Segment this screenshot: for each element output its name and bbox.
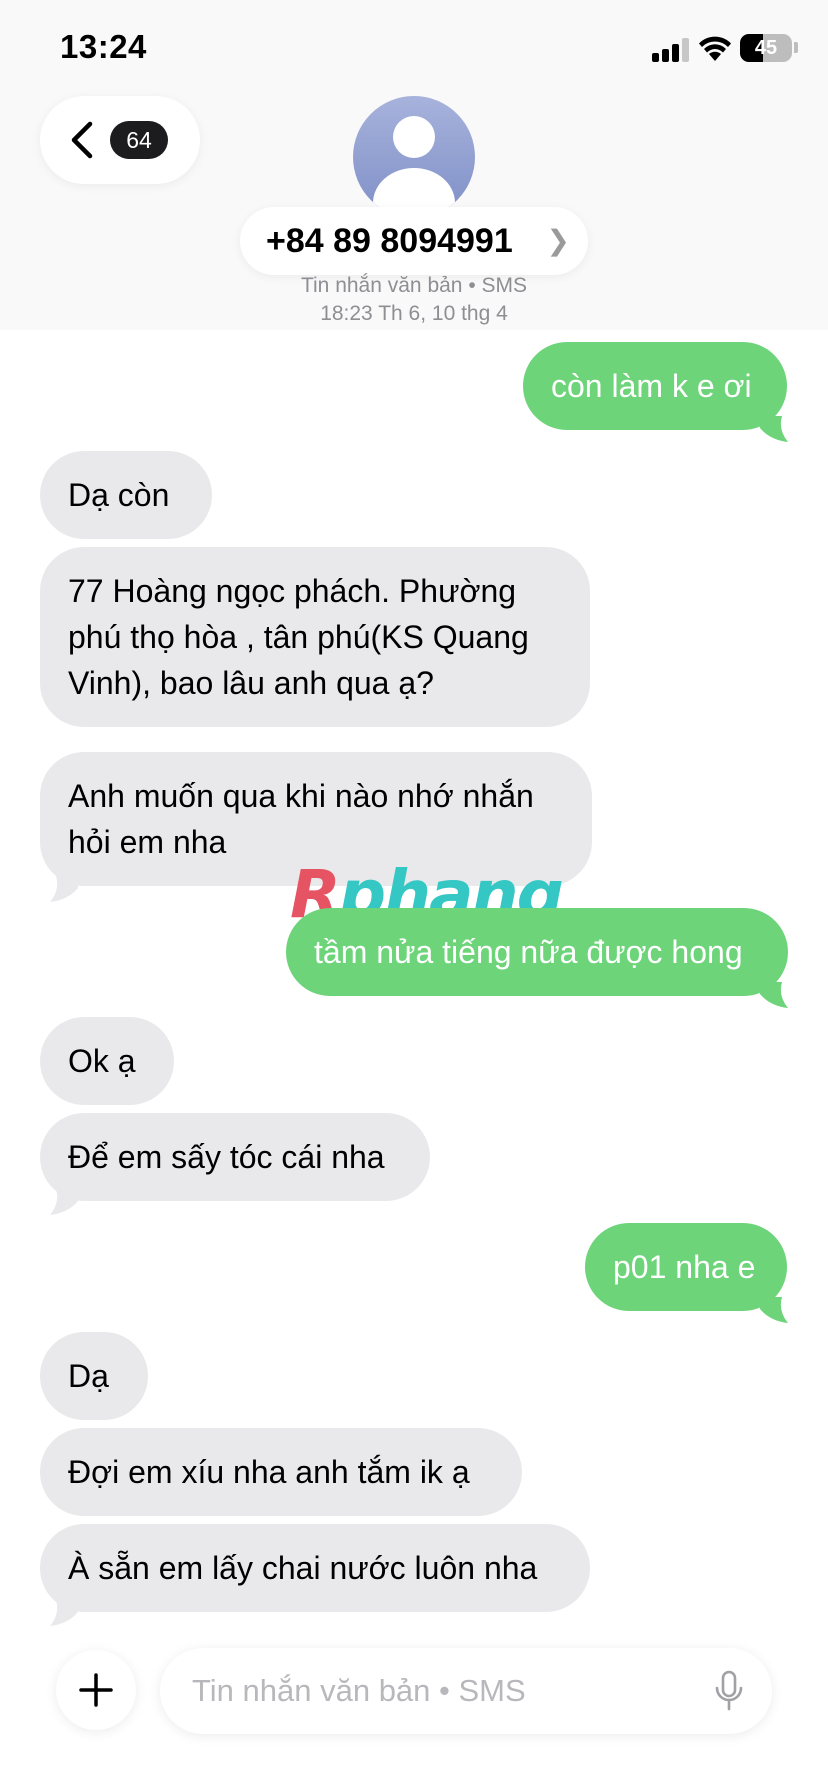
battery-level: 45 (754, 37, 778, 59)
message-bubble-incoming[interactable]: À sẵn em lấy chai nước luôn nha (40, 1524, 590, 1612)
message-bubble-incoming[interactable]: Để em sấy tóc cái nha (40, 1113, 430, 1201)
message-text: Anh muốn qua khi nào nhớ nhắn hỏi em nha (68, 778, 534, 860)
message-text: À sẵn em lấy chai nước luôn nha (68, 1550, 538, 1586)
back-button[interactable]: 64 (40, 96, 200, 184)
message-text: 77 Hoàng ngọc phách. Phường phú thọ hòa … (68, 573, 529, 701)
bubble-tail (760, 982, 788, 1008)
message-text: Ok ạ (68, 1043, 136, 1079)
wifi-icon (699, 36, 731, 61)
bubble-tail (50, 1189, 78, 1215)
message-text: p01 nha e (613, 1249, 756, 1285)
chevron-right-icon: ❯ (546, 225, 570, 256)
message-bubble-incoming[interactable]: Dạ còn (40, 451, 212, 539)
message-bubble-incoming[interactable]: 77 Hoàng ngọc phách. Phường phú thọ hòa … (40, 547, 590, 727)
bubble-tail (760, 1297, 788, 1323)
message-text: Đợi em xíu nha anh tắm ik ạ (68, 1454, 470, 1490)
contact-name-button[interactable]: +84 89 8094991 ❯ (240, 207, 588, 275)
status-bar: 13:24 45 (0, 0, 828, 100)
conversation-timestamp: 18:23 Th 6, 10 thg 4 (320, 302, 508, 325)
message-bubble-incoming[interactable]: Ok ạ (40, 1017, 174, 1105)
message-bubble-outgoing[interactable]: p01 nha e (585, 1223, 787, 1311)
message-bubble-incoming[interactable]: Dạ (40, 1332, 148, 1420)
conversation-service: Tin nhắn văn bản • SMS (300, 274, 528, 297)
chevron-left-icon (71, 121, 93, 159)
unread-count-badge: 64 (110, 121, 168, 159)
battery-cap (794, 42, 798, 53)
message-bubble-outgoing[interactable]: tầm nửa tiếng nữa được hong (286, 908, 788, 996)
message-text: tầm nửa tiếng nữa được hong (314, 934, 743, 970)
microphone-icon[interactable] (714, 1670, 744, 1712)
message-bubble-incoming[interactable]: Đợi em xíu nha anh tắm ik ạ (40, 1428, 522, 1516)
add-attachment-button[interactable] (56, 1650, 136, 1730)
message-text: còn làm k e ơi (551, 368, 752, 404)
message-text: Dạ còn (68, 477, 170, 513)
message-bubble-outgoing[interactable]: còn làm k e ơi (523, 342, 787, 430)
bubble-tail (760, 416, 788, 442)
signal-icon (652, 38, 690, 62)
message-text: Để em sấy tóc cái nha (68, 1139, 385, 1175)
avatar-icon[interactable] (353, 96, 475, 218)
bubble-tail (50, 876, 78, 902)
battery-icon: 45 (740, 34, 792, 62)
message-input[interactable]: Tin nhắn văn bản • SMS (160, 1648, 772, 1734)
status-time: 13:24 (60, 28, 147, 65)
plus-icon (79, 1673, 113, 1707)
bubble-tail (50, 1600, 78, 1626)
message-input-placeholder: Tin nhắn văn bản • SMS (192, 1673, 526, 1708)
message-text: Dạ (68, 1358, 109, 1394)
contact-number: +84 89 8094991 (266, 222, 513, 260)
